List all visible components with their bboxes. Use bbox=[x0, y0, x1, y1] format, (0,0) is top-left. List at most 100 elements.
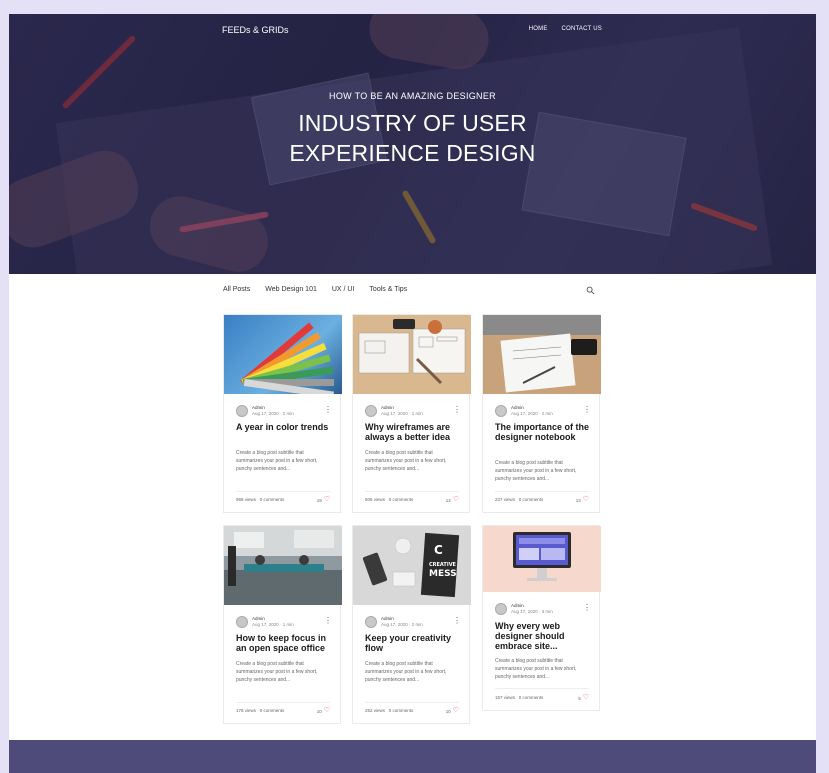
post-likes[interactable]: 12 ♡ bbox=[446, 496, 459, 503]
card-divider bbox=[365, 491, 459, 492]
hero-kicker: HOW TO BE AN AMAZING DESIGNER bbox=[329, 91, 496, 101]
post-excerpt: Create a blog post subtitle that summari… bbox=[236, 661, 318, 683]
post-stats: 237 views 0 comments 13 ♡ bbox=[495, 496, 589, 503]
post-views: 157 views bbox=[495, 695, 516, 700]
nav-contact-link[interactable]: CONTACT US bbox=[562, 26, 602, 32]
post-title[interactable]: Why every web designer should embrace si… bbox=[495, 621, 593, 651]
footer-band bbox=[9, 740, 816, 773]
post-comments[interactable]: 0 comments bbox=[389, 497, 414, 502]
page-frame: FEEDs & GRIDs HOME CONTACT US HOW TO BE … bbox=[9, 14, 816, 773]
post-title[interactable]: Why wireframes are always a better idea bbox=[365, 422, 463, 442]
post-author[interactable]: Admin bbox=[511, 603, 524, 608]
avatar[interactable] bbox=[495, 603, 507, 615]
heart-icon[interactable]: ♡ bbox=[583, 694, 589, 701]
heart-icon[interactable]: ♡ bbox=[324, 707, 330, 714]
post-title[interactable]: The importance of the designer notebook bbox=[495, 422, 593, 442]
post-views: 237 views bbox=[495, 497, 516, 502]
designer-notebook-image bbox=[483, 315, 601, 393]
post-comments[interactable]: 0 comments bbox=[260, 708, 285, 713]
more-options-icon[interactable]: ⋮ bbox=[324, 617, 332, 625]
heart-icon[interactable]: ♡ bbox=[583, 496, 589, 503]
post-title[interactable]: How to keep focus in an open space offic… bbox=[236, 633, 334, 653]
post-views: 958 views bbox=[236, 497, 257, 502]
post-date: Aug 17, 2020 · 2 min bbox=[381, 622, 423, 627]
avatar[interactable] bbox=[365, 616, 377, 628]
creative-mess-letter: C bbox=[434, 543, 443, 557]
post-card[interactable]: Admin Aug 17, 2020 · 3 min ⋮ Why every w… bbox=[482, 525, 601, 711]
wireframe-sketch-image bbox=[358, 319, 466, 385]
post-excerpt: Create a blog post subtitle that summari… bbox=[236, 450, 318, 472]
post-card[interactable]: C CREATIVE MESS Admin Aug 17, 2020 · 2 m… bbox=[352, 525, 471, 724]
heart-icon[interactable]: ♡ bbox=[324, 496, 330, 503]
site-brand[interactable]: FEEDs & GRIDs bbox=[222, 25, 289, 35]
post-card[interactable]: Admin Aug 17, 2020 · 2 min ⋮ The importa… bbox=[482, 314, 601, 513]
post-read-time: 2 min bbox=[411, 622, 423, 627]
post-thumbnail[interactable] bbox=[353, 315, 471, 394]
post-comments[interactable]: 0 comments bbox=[260, 497, 285, 502]
post-read-time: 1 min bbox=[282, 622, 294, 627]
post-comments[interactable]: 0 comments bbox=[519, 497, 544, 502]
post-likes[interactable]: 5 ♡ bbox=[578, 694, 589, 701]
post-stats: 252 views 0 comments 10 ♡ bbox=[365, 707, 459, 714]
more-options-icon[interactable]: ⋮ bbox=[324, 406, 332, 414]
post-title[interactable]: Keep your creativity flow bbox=[365, 633, 463, 653]
post-read-time: 2 min bbox=[541, 411, 553, 416]
post-read-time: 2 min bbox=[282, 411, 294, 416]
post-thumbnail[interactable]: C CREATIVE MESS bbox=[353, 526, 471, 605]
post-date-value: Aug 17, 2020 bbox=[381, 622, 408, 627]
more-options-icon[interactable]: ⋮ bbox=[583, 604, 591, 612]
card-divider bbox=[495, 491, 589, 492]
post-stats: 958 views 0 comments 19 ♡ bbox=[236, 496, 330, 503]
post-card[interactable]: Admin Aug 17, 2020 · 1 min ⋮ How to keep… bbox=[223, 525, 342, 724]
filter-ux-ui[interactable]: UX / UI bbox=[332, 286, 355, 293]
top-nav: HOME CONTACT US bbox=[529, 26, 602, 32]
post-thumbnail[interactable] bbox=[224, 526, 342, 605]
post-likes[interactable]: 10 ♡ bbox=[317, 707, 330, 714]
post-likes[interactable]: 13 ♡ bbox=[576, 496, 589, 503]
post-author[interactable]: Admin bbox=[511, 405, 524, 410]
post-date: Aug 17, 2020 · 1 min bbox=[381, 411, 423, 416]
post-author[interactable]: Admin bbox=[252, 616, 265, 621]
heart-icon[interactable]: ♡ bbox=[453, 707, 459, 714]
avatar[interactable] bbox=[495, 405, 507, 417]
avatar[interactable] bbox=[236, 616, 248, 628]
post-title[interactable]: A year in color trends bbox=[236, 422, 334, 432]
card-divider bbox=[365, 702, 459, 703]
post-thumbnail[interactable] bbox=[224, 315, 342, 394]
post-excerpt: Create a blog post subtitle that summari… bbox=[495, 460, 577, 482]
filter-all-posts[interactable]: All Posts bbox=[223, 286, 250, 293]
nav-home-link[interactable]: HOME bbox=[529, 26, 548, 32]
avatar[interactable] bbox=[365, 405, 377, 417]
heart-icon[interactable]: ♡ bbox=[453, 496, 459, 503]
post-likes[interactable]: 19 ♡ bbox=[316, 496, 330, 503]
more-options-icon[interactable]: ⋮ bbox=[583, 406, 591, 414]
post-author[interactable]: Admin bbox=[252, 405, 265, 410]
post-stats: 157 views 0 comments 5 ♡ bbox=[495, 694, 589, 701]
post-likes-count: 5 bbox=[578, 695, 581, 701]
post-thumbnail[interactable] bbox=[483, 315, 601, 394]
more-options-icon[interactable]: ⋮ bbox=[453, 406, 461, 414]
post-meta: Admin Aug 17, 2020 · 2 min ⋮ bbox=[236, 405, 332, 419]
post-date-value: Aug 17, 2020 bbox=[511, 609, 538, 614]
post-author[interactable]: Admin bbox=[381, 405, 394, 410]
post-date-value: Aug 17, 2020 bbox=[252, 622, 279, 627]
post-card[interactable]: Admin Aug 17, 2020 · 2 min ⋮ A year in c… bbox=[223, 314, 342, 513]
post-likes[interactable]: 10 ♡ bbox=[446, 707, 459, 714]
post-card[interactable]: Admin Aug 17, 2020 · 1 min ⋮ Why wirefra… bbox=[352, 314, 471, 513]
filter-tools-tips[interactable]: Tools & Tips bbox=[369, 286, 407, 293]
post-author[interactable]: Admin bbox=[381, 616, 394, 621]
post-comments[interactable]: 0 comments bbox=[389, 708, 414, 713]
hero-title: INDUSTRY OF USER EXPERIENCE DESIGN bbox=[9, 108, 816, 168]
post-excerpt: Create a blog post subtitle that summari… bbox=[365, 661, 447, 683]
post-stats: 506 views 0 comments 12 ♡ bbox=[365, 496, 459, 503]
post-likes-count: 19 bbox=[316, 497, 322, 503]
filter-web-design-101[interactable]: Web Design 101 bbox=[265, 286, 317, 293]
search-icon[interactable] bbox=[586, 286, 595, 295]
post-thumbnail[interactable] bbox=[483, 526, 601, 592]
post-comments[interactable]: 0 comments bbox=[519, 695, 544, 700]
hero-title-line2: EXPERIENCE DESIGN bbox=[289, 140, 536, 166]
more-options-icon[interactable]: ⋮ bbox=[453, 617, 461, 625]
post-read-time: 1 min bbox=[411, 411, 423, 416]
avatar[interactable] bbox=[236, 405, 248, 417]
post-date: Aug 17, 2020 · 2 min bbox=[511, 411, 553, 416]
